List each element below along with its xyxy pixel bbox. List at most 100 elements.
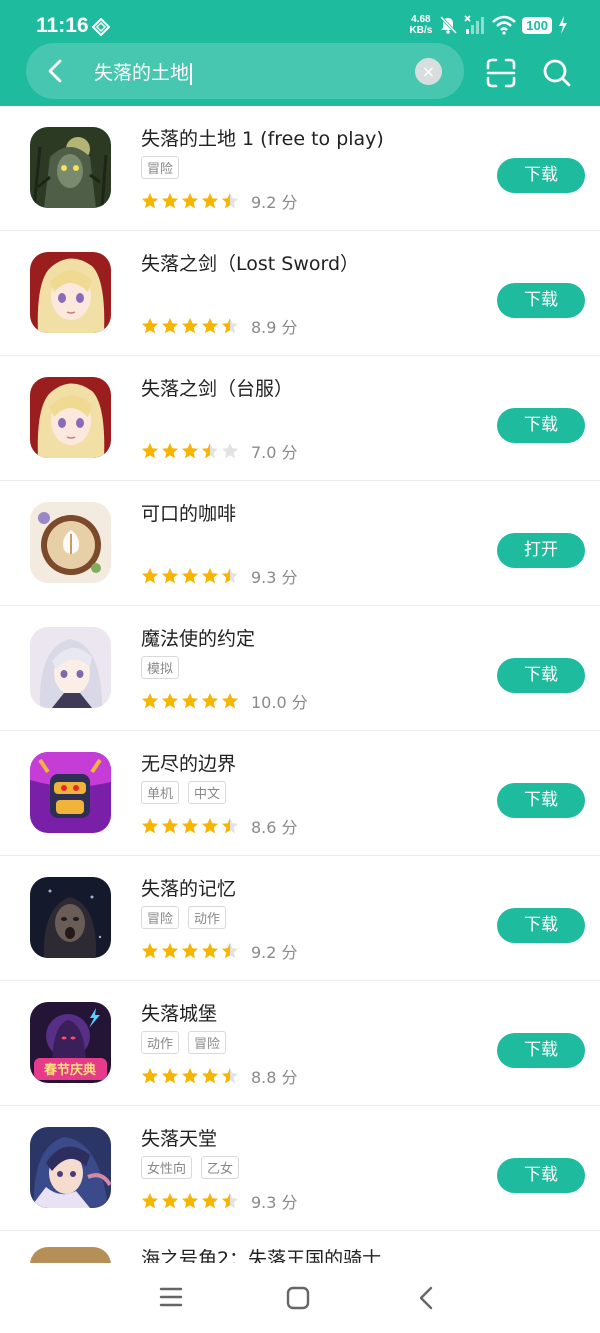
text-caret bbox=[190, 62, 193, 85]
charging-icon bbox=[559, 16, 567, 34]
star-rating bbox=[141, 1192, 239, 1210]
star-rating bbox=[141, 692, 239, 710]
star-icon bbox=[142, 818, 158, 834]
status-time: 11:16 bbox=[36, 14, 89, 37]
battery-level: 100 bbox=[522, 16, 552, 34]
star-icon bbox=[162, 318, 178, 334]
app-name[interactable]: 失落之剑（台服） bbox=[141, 374, 293, 401]
home-icon[interactable] bbox=[286, 1286, 310, 1310]
download-button[interactable]: 下载 bbox=[497, 1158, 585, 1193]
menu-icon[interactable] bbox=[159, 1286, 183, 1308]
net-speed-unit: KB/s bbox=[409, 25, 433, 36]
star-rating bbox=[141, 317, 239, 335]
star-icon bbox=[182, 1193, 198, 1209]
mute-bell-icon bbox=[440, 15, 458, 35]
star-icon bbox=[182, 693, 198, 709]
rating-score: 9.2 分 bbox=[251, 193, 298, 212]
app-icon-wizard-promise[interactable] bbox=[30, 627, 111, 708]
search-input[interactable]: 失落的土地 bbox=[94, 58, 193, 85]
result-item[interactable]: 失落之剑（Lost Sword） 8.9 分 下载 bbox=[0, 231, 600, 356]
tag: 乙女 bbox=[201, 1156, 240, 1179]
star-icon bbox=[202, 193, 218, 209]
back-icon[interactable] bbox=[416, 1285, 436, 1311]
result-item[interactable]: 失落的土地 1 (free to play) 冒险 9.2 分 下载 bbox=[0, 106, 600, 231]
app-name[interactable]: 魔法使的约定 bbox=[141, 624, 255, 651]
rating: 8.8 分 bbox=[141, 1064, 298, 1088]
app-name[interactable]: 失落城堡 bbox=[141, 999, 217, 1026]
download-button[interactable]: 下载 bbox=[497, 1033, 585, 1068]
back-arrow-icon[interactable] bbox=[42, 57, 70, 85]
star-icon bbox=[202, 693, 218, 709]
app-icon-sea-horn[interactable] bbox=[30, 1247, 111, 1264]
rating: 8.6 分 bbox=[141, 814, 298, 838]
app-icon-coffee[interactable] bbox=[30, 502, 111, 583]
app-icon-lost-lands[interactable] bbox=[30, 127, 111, 208]
download-button[interactable]: 下载 bbox=[497, 158, 585, 193]
star-icon bbox=[222, 818, 238, 834]
star-icon bbox=[162, 1193, 178, 1209]
open-button[interactable]: 打开 bbox=[497, 533, 585, 568]
clear-search-button[interactable]: × bbox=[415, 58, 442, 85]
rating-score: 9.3 分 bbox=[251, 1193, 298, 1212]
star-icon bbox=[222, 318, 238, 334]
star-icon bbox=[202, 943, 218, 959]
search-box[interactable]: 失落的土地 × bbox=[26, 43, 464, 99]
star-icon bbox=[182, 318, 198, 334]
rating: 7.0 分 bbox=[141, 439, 298, 463]
search-results: 失落的土地 1 (free to play) 冒险 9.2 分 下载 失落之剑（… bbox=[0, 106, 600, 1231]
result-item[interactable]: 失落天堂 女性向 乙女 9.3 分 下载 bbox=[0, 1106, 600, 1231]
app-name[interactable]: 可口的咖啡 bbox=[141, 499, 236, 526]
star-icon bbox=[222, 1193, 238, 1209]
app-icon-lost-sword-tw[interactable] bbox=[30, 377, 111, 458]
result-item-partial[interactable]: 海之号角2：失落王国的骑士 bbox=[0, 1226, 600, 1264]
download-button[interactable]: 下载 bbox=[497, 908, 585, 943]
star-icon bbox=[142, 1068, 158, 1084]
search-icon[interactable] bbox=[542, 57, 572, 89]
tag: 动作 bbox=[188, 906, 227, 929]
star-icon bbox=[162, 943, 178, 959]
rating: 9.3 分 bbox=[141, 1189, 298, 1213]
result-item[interactable]: 春节庆典 失落城堡 动作 冒险 8.8 分 下载 bbox=[0, 981, 600, 1106]
scan-icon[interactable] bbox=[485, 57, 517, 89]
result-item[interactable]: 魔法使的约定 模拟 10.0 分 下载 bbox=[0, 606, 600, 731]
app-name[interactable]: 无尽的边界 bbox=[141, 749, 236, 776]
app-icon-lost-sword[interactable] bbox=[30, 252, 111, 333]
rating: 8.9 分 bbox=[141, 314, 298, 338]
download-button[interactable]: 下载 bbox=[497, 783, 585, 818]
app-icon-lost-paradise[interactable] bbox=[30, 1127, 111, 1208]
app-name[interactable]: 失落天堂 bbox=[141, 1124, 217, 1151]
tag: 冒险 bbox=[188, 1031, 227, 1054]
star-icon bbox=[222, 568, 238, 584]
star-rating bbox=[141, 192, 239, 210]
star-rating bbox=[141, 442, 239, 460]
star-icon bbox=[222, 443, 238, 459]
download-button[interactable]: 下载 bbox=[497, 658, 585, 693]
star-icon bbox=[182, 943, 198, 959]
download-button[interactable]: 下载 bbox=[497, 283, 585, 318]
star-icon bbox=[202, 568, 218, 584]
app-name[interactable]: 失落的土地 1 (free to play) bbox=[141, 124, 384, 151]
result-item[interactable]: 无尽的边界 单机 中文 8.6 分 下载 bbox=[0, 731, 600, 856]
app-notification-icon bbox=[92, 18, 110, 36]
result-item[interactable]: 失落之剑（台服） 7.0 分 下载 bbox=[0, 356, 600, 481]
app-name[interactable]: 海之号角2：失落王国的骑士 bbox=[141, 1244, 381, 1264]
rating-score: 8.8 分 bbox=[251, 1068, 298, 1087]
app-icon-endless-frontier[interactable] bbox=[30, 752, 111, 833]
star-icon bbox=[162, 193, 178, 209]
star-icon bbox=[142, 318, 158, 334]
app-name[interactable]: 失落之剑（Lost Sword） bbox=[141, 249, 359, 276]
app-icon-lost-castle[interactable]: 春节庆典 bbox=[30, 1002, 111, 1083]
tag: 单机 bbox=[141, 781, 180, 804]
star-icon bbox=[162, 693, 178, 709]
net-speed: 4.68 KB/s bbox=[410, 14, 433, 36]
star-icon bbox=[202, 1068, 218, 1084]
rating-score: 7.0 分 bbox=[251, 443, 298, 462]
app-name[interactable]: 失落的记忆 bbox=[141, 874, 236, 901]
download-button[interactable]: 下载 bbox=[497, 408, 585, 443]
rating: 9.3 分 bbox=[141, 564, 298, 588]
app-icon-lost-memory[interactable] bbox=[30, 877, 111, 958]
star-icon bbox=[202, 818, 218, 834]
result-item[interactable]: 可口的咖啡 9.3 分 打开 bbox=[0, 481, 600, 606]
status-icons: 4.68 KB/s 100 bbox=[410, 14, 569, 36]
result-item[interactable]: 失落的记忆 冒险 动作 9.2 分 下载 bbox=[0, 856, 600, 981]
